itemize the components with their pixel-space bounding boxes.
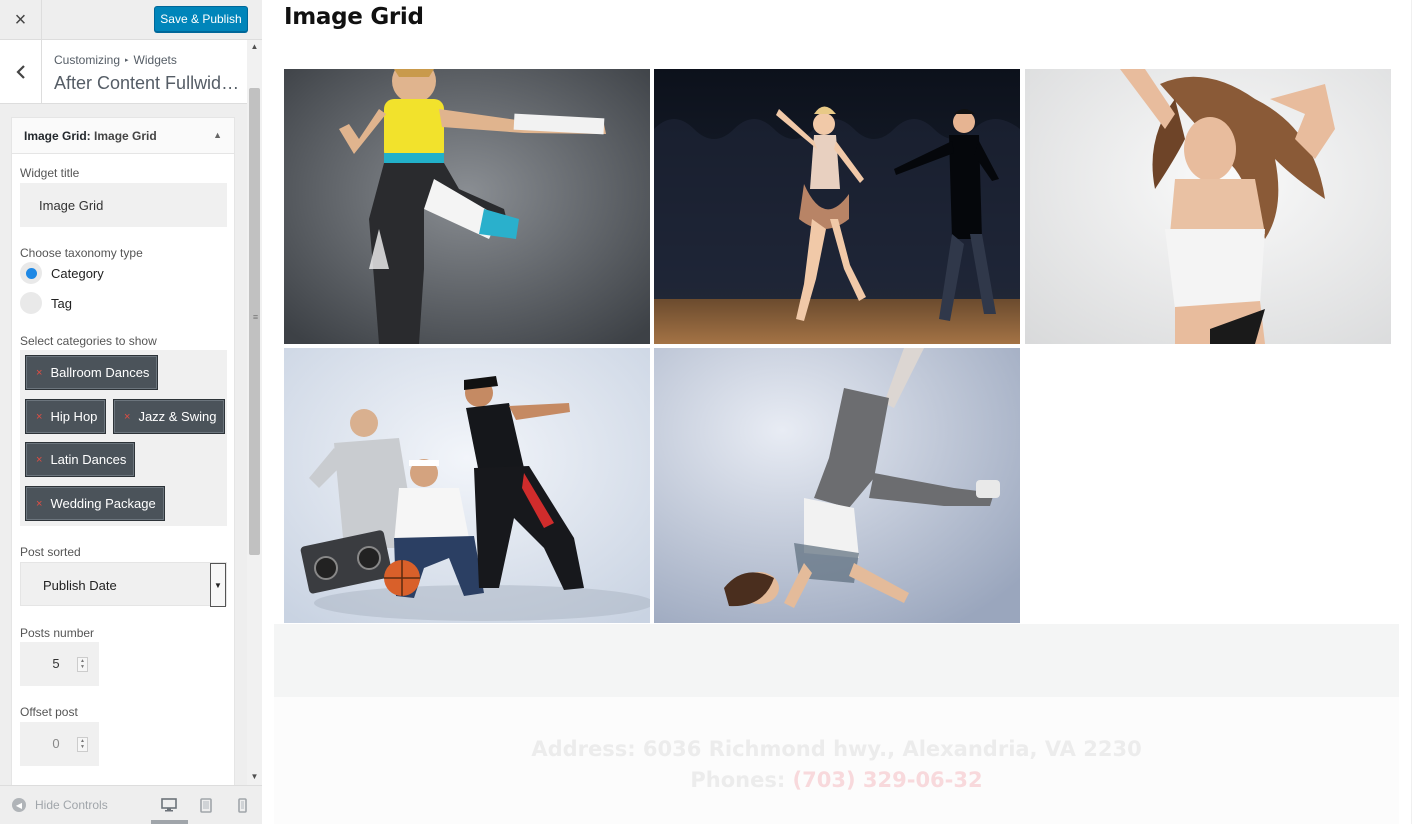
close-customizer-button[interactable]: × [0,0,42,40]
posts-number-value: 5 [52,656,60,671]
category-chip-label: Hip Hop [50,409,98,424]
grid-image[interactable] [1025,69,1391,344]
tablet-icon[interactable] [195,794,217,816]
customizer-sidebar: × Save & Publish Customizing ▸ Widgets Aft… [0,0,262,824]
grid-image[interactable] [284,69,650,344]
post-sorted-select[interactable]: Publish Date ▼ [20,562,227,607]
grid-image[interactable] [654,348,1020,623]
posts-number-input[interactable]: 5 ▲ ▼ [20,642,99,686]
footer-phones: Phones: (703) 329-06-32 [262,768,1411,792]
number-spinner-icon[interactable]: ▲ ▼ [77,657,88,672]
radio-unselected[interactable] [20,292,42,314]
hide-controls-button[interactable]: ◀ Hide Controls [12,798,108,812]
widget-title-field-label: Widget title [20,166,80,180]
widget-name: Image Grid [90,129,157,143]
category-chip[interactable]: × Wedding Package [25,486,165,521]
active-device-indicator [151,820,188,824]
content-footer-band [274,624,1399,697]
remove-icon[interactable]: × [36,411,42,423]
scroll-up-icon[interactable]: ▲ [249,42,260,51]
categories-multiselect[interactable]: × Ballroom Dances × Hip Hop × Jazz & Swing … [20,350,227,526]
offset-post-input[interactable]: 0 ▲ ▼ [20,722,99,766]
number-spinner-icon[interactable]: ▲ ▼ [77,737,88,752]
phones-label: Phones: [690,768,786,792]
preview-right-edge [1411,0,1419,824]
hide-controls-label: Hide Controls [35,798,108,812]
save-publish-button[interactable]: Save & Publish [154,6,248,32]
offset-post-value: 0 [52,736,60,751]
breadcrumb-current: Widgets [133,53,177,67]
taxonomy-option-label: Tag [51,295,72,311]
grid-image[interactable] [284,348,650,623]
posts-number-label: Posts number [20,626,95,640]
offset-post-label: Offset post [20,705,78,719]
taxonomy-option-category[interactable]: Category [20,262,104,284]
breadcrumb-root: Customizing [54,53,121,67]
customizer-footer: ◀ Hide Controls [0,785,262,824]
widget-title-label: Image Grid: Image Grid [24,129,157,143]
radio-selected[interactable] [20,262,42,284]
category-chip[interactable]: × Hip Hop [25,399,107,434]
category-chip-label: Ballroom Dances [50,365,150,380]
taxonomy-type-label: Choose taxonomy type [20,246,143,260]
site-preview: Image Grid Address: 6036 Richmond hwy., … [262,0,1419,824]
back-button[interactable] [0,40,42,104]
desktop-icon[interactable] [158,794,180,816]
widget-title-input[interactable] [20,183,227,227]
widget-panel: Image Grid: Image Grid ▲ Widget title Ch… [11,117,235,785]
customizer-header: × Save & Publish [0,0,262,40]
close-icon: × [14,8,27,31]
post-sorted-label: Post sorted [20,545,81,559]
category-chip-label: Latin Dances [50,452,127,467]
breadcrumb-separator: ▸ [125,57,129,64]
post-sorted-value: Publish Date [43,578,117,593]
footer-address: Address: 6036 Richmond hwy., Alexandria,… [531,737,1142,761]
collapse-arrow-icon[interactable]: ▲ [213,130,222,140]
taxonomy-option-tag[interactable]: Tag [20,292,72,314]
category-chip[interactable]: × Jazz & Swing [113,399,226,434]
grid-image[interactable] [654,69,1020,344]
section-header: Customizing ▸ Widgets After Content Fullwi… [0,40,247,104]
image-grid-title: Image Grid [284,4,424,30]
widget-header[interactable]: Image Grid: Image Grid ▲ [12,118,234,154]
category-chip-label: Jazz & Swing [138,409,217,424]
scroll-down-icon[interactable]: ▼ [249,772,260,781]
remove-icon[interactable]: × [124,411,130,423]
dropdown-arrow-icon[interactable]: ▼ [210,563,226,607]
remove-icon[interactable]: × [36,454,42,466]
category-chip[interactable]: × Latin Dances [25,442,136,477]
breadcrumb: Customizing ▸ Widgets [54,53,177,67]
taxonomy-option-label: Category [51,265,104,281]
mobile-icon[interactable] [231,794,253,816]
category-chip[interactable]: × Ballroom Dances [25,355,159,390]
arrow-left-circle-icon: ◀ [12,798,26,812]
categories-label: Select categories to show [20,334,157,348]
chevron-left-icon [15,65,25,79]
category-chip-label: Wedding Package [50,496,156,511]
remove-icon[interactable]: × [36,498,42,510]
scroll-grip-icon: ≡ [252,312,259,322]
phones-number[interactable]: (703) 329-06-32 [793,768,983,792]
section-title: After Content Fullwidt... [54,73,240,93]
widget-type: Image Grid: [24,129,91,143]
remove-icon[interactable]: × [36,367,42,379]
